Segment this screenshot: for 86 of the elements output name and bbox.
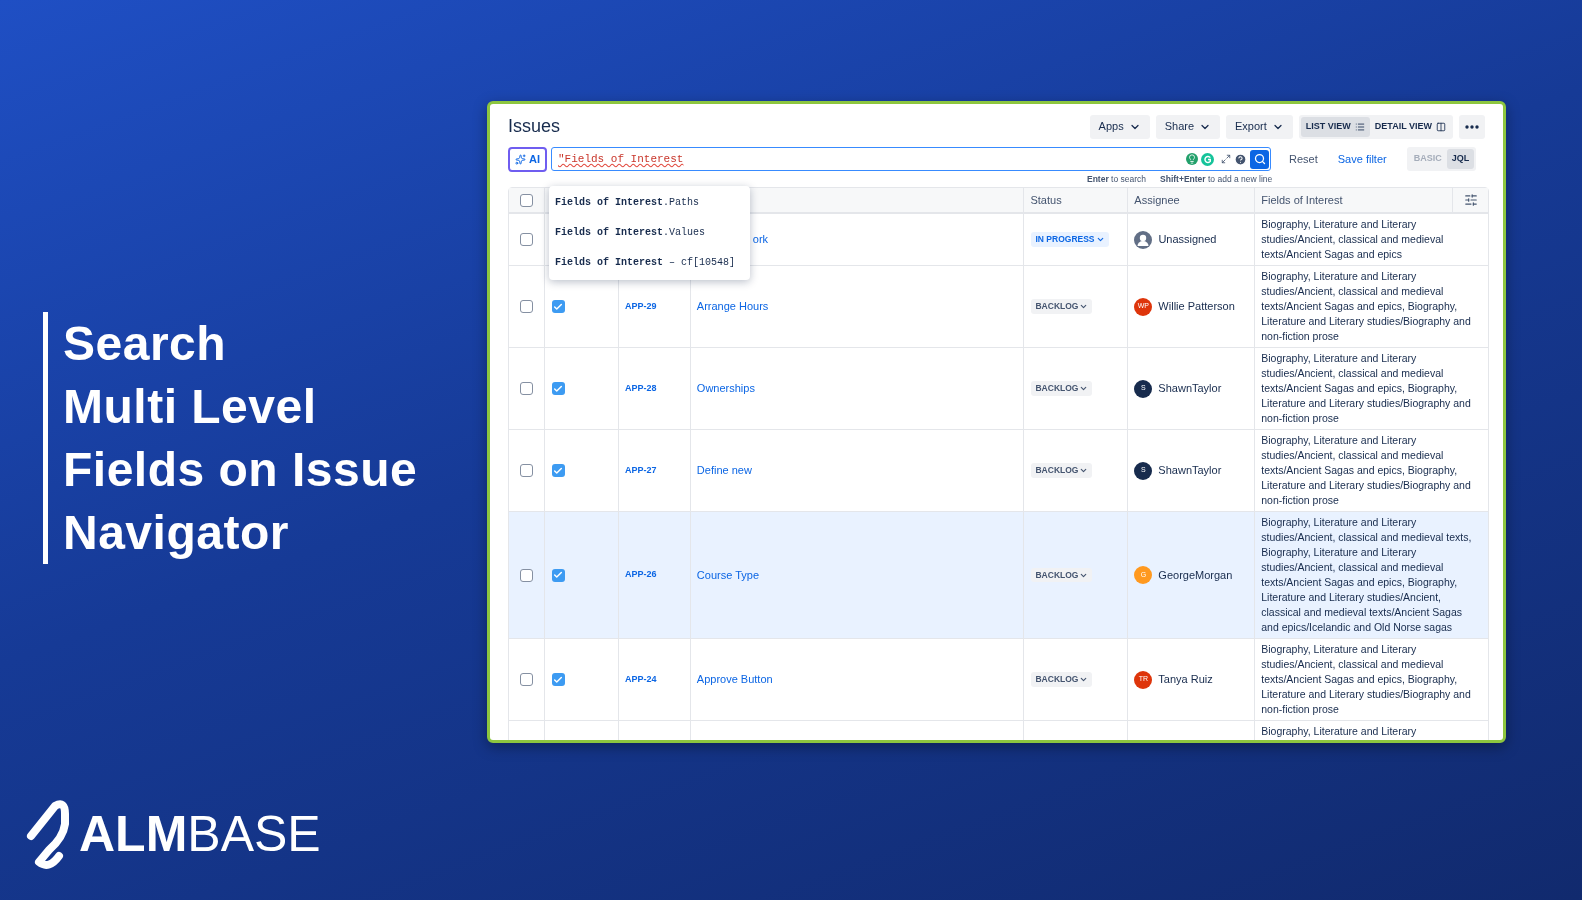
ai-button[interactable]: AI — [508, 146, 547, 172]
chevron-icon — [1079, 384, 1089, 393]
issue-key-link[interactable]: APP-24 — [624, 672, 657, 687]
fields-of-interest-text: Biography, Literature and Literary studies/Ancient, classical and medieval texts, Biography, Literature and Literary studies/Ancient, classical and medieval texts/Ancient Sagas and epics, Biography, Literature and Literary studies/Ancient, classical and medieval texts/Ancient Sagas and epics/Icelandic and Old Norse sagas — [1261, 515, 1473, 635]
issue-summary-link[interactable]: Arrange Hours — [696, 298, 769, 315]
assignee-name: Tanya Ruiz — [1158, 672, 1213, 688]
reset-button[interactable]: Reset — [1285, 150, 1322, 168]
checkbox[interactable] — [551, 382, 565, 395]
checkbox[interactable] — [551, 464, 565, 477]
issue-key-link[interactable]: APP-26 — [624, 568, 657, 582]
person-icon — [1134, 230, 1153, 249]
checkbox[interactable] — [551, 568, 565, 582]
sparkle-icon — [515, 153, 526, 165]
status-lozenge[interactable]: BACKLOG — [1031, 672, 1093, 687]
issue-summary-link[interactable]: ork — [752, 231, 769, 248]
query-field[interactable]: "Fields of Interest — [551, 147, 1271, 171]
toolbar-dropdown-button[interactable]: Apps — [1089, 114, 1150, 139]
list-icon — [1354, 121, 1365, 132]
check-icon — [553, 570, 564, 580]
lightbulb-icon — [1186, 153, 1198, 165]
issue-key-link[interactable]: APP-28 — [624, 381, 657, 396]
issue-summary-link[interactable]: Define new — [696, 462, 752, 479]
issue-key-link[interactable]: APP-27 — [624, 463, 657, 478]
logo-wordmark: ALMBASE — [79, 809, 321, 859]
checkbox[interactable] — [520, 673, 533, 686]
view-tab[interactable]: DETAIL VIEW — [1369, 116, 1451, 137]
assignee-name: GeorgeMorgan — [1158, 567, 1233, 583]
issue-key-link[interactable]: APP-29 — [624, 299, 657, 314]
status-lozenge[interactable]: BACKLOG — [1031, 463, 1093, 478]
settings-icon — [1463, 193, 1478, 207]
issue-summary-link[interactable]: Ownerships — [696, 380, 755, 397]
chevron-icon — [1079, 675, 1089, 684]
fields-of-interest-text: Biography, Literature and Literary studies/Ancient, classical and medieval texts/Ancient Sagas and epics, Biography, Literature and Literary studies/Biography and non-fiction prose — [1261, 269, 1472, 344]
more-button[interactable] — [1459, 114, 1485, 139]
help-icon — [1234, 152, 1247, 166]
fields-of-interest-text: Biography, Literature and Literary studies/Ancient, classical and medieval texts/Ancient Sagas and epics, Biography, Literature and Literary studies/Biography and non-fiction prose — [1261, 433, 1472, 508]
search-icon — [1253, 153, 1266, 165]
keyboard-hint: Shift+Enter to add a new line — [1160, 173, 1273, 186]
assignee-name: Willie Patterson — [1158, 299, 1235, 315]
columns-icon — [1436, 121, 1446, 132]
toolbar-dropdown-button[interactable]: Share — [1155, 114, 1221, 139]
checkbox[interactable] — [520, 382, 533, 395]
save-filter-button[interactable]: Save filter — [1333, 150, 1391, 168]
column-header: Status — [1029, 192, 1063, 208]
fields-of-interest-text: Biography, Literature and Literary studies/Ancient, classical and medieval texts/Ancient Sagas and epics, Biography, Literature and Literary studies/Biography and non-fiction prose — [1261, 351, 1472, 426]
mode-tab[interactable]: JQL — [1446, 149, 1475, 169]
search-button[interactable] — [1250, 149, 1269, 169]
suggestion-item[interactable]: Fields of Interest.Paths — [549, 188, 750, 218]
checkbox[interactable] — [519, 233, 533, 246]
check-icon — [553, 383, 564, 394]
chevron-icon — [1095, 235, 1105, 244]
status-lozenge[interactable]: BACKLOG — [1031, 299, 1093, 314]
assignee-name: Unassigned — [1158, 232, 1217, 248]
check-icon — [553, 301, 564, 312]
assignee-name: ShawnTaylor — [1158, 463, 1222, 479]
check-icon — [553, 674, 564, 685]
chevron-icon — [1079, 302, 1089, 311]
g-circle-icon — [1201, 152, 1214, 166]
more-icon — [1465, 124, 1479, 129]
headline: Search Multi Level Fields on Issue Navigator — [63, 316, 418, 561]
issue-summary-link[interactable]: Approve Button — [696, 671, 773, 688]
fields-of-interest-text: Biography, Literature and Literary studies/Ancient, classical and medieval texts/Ancient Sagas and epics — [1261, 217, 1445, 262]
status-lozenge[interactable]: IN PROGRESS — [1031, 232, 1109, 247]
column-header: Fields of Interest — [1260, 192, 1344, 208]
checkbox[interactable] — [551, 673, 565, 686]
fields-of-interest-text: Biography, Literature and Literary — [1261, 724, 1418, 739]
suggestion-item[interactable]: Fields of Interest – cf[10548] — [549, 248, 750, 278]
view-tab[interactable]: LIST VIEW — [1300, 116, 1370, 137]
page-title: Issues — [508, 115, 561, 138]
checkbox[interactable] — [520, 300, 533, 313]
checkbox[interactable] — [551, 300, 565, 313]
keyboard-hint: Enter to search — [1087, 173, 1147, 186]
checkbox[interactable] — [520, 464, 533, 477]
status-lozenge[interactable]: BACKLOG — [1031, 381, 1093, 396]
checkbox[interactable] — [520, 568, 533, 582]
status-lozenge[interactable]: BACKLOG — [1031, 567, 1093, 583]
chevron-icon — [1079, 466, 1089, 475]
expand-icon — [1221, 154, 1231, 164]
suggestion-item[interactable]: Fields of Interest.Values — [549, 218, 750, 248]
toolbar-dropdown-button[interactable]: Export — [1226, 114, 1293, 139]
column-header: Assignee — [1133, 192, 1181, 208]
issue-summary-link[interactable]: Course Type — [696, 566, 759, 584]
check-icon — [553, 465, 564, 476]
fields-of-interest-text: Biography, Literature and Literary studies/Ancient, classical and medieval texts/Ancient Sagas and epics, Biography, Literature and Literary studies/Biography and non-fiction prose — [1261, 642, 1472, 717]
assignee-name: ShawnTaylor — [1158, 381, 1222, 397]
checkbox[interactable] — [520, 193, 533, 207]
